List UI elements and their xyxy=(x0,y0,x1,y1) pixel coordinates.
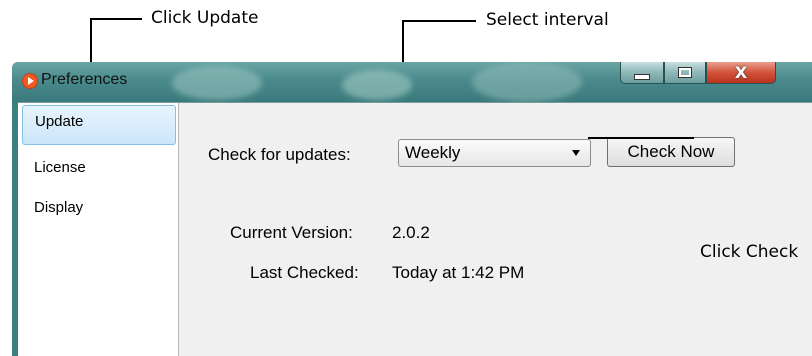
check-for-updates-label: Check for updates: xyxy=(208,145,351,164)
check-now-button[interactable]: Check Now xyxy=(607,137,735,167)
sidebar: Update License Display xyxy=(18,103,179,356)
sidebar-item-display[interactable]: Display xyxy=(22,189,176,227)
callout-line xyxy=(90,18,142,20)
current-version-value: 2.0.2 xyxy=(392,223,430,242)
callout-click-update: Click Update xyxy=(151,8,259,28)
preferences-window: Preferences X Update License Display Che… xyxy=(12,62,812,356)
callout-click-check: Click Check xyxy=(700,242,799,262)
update-interval-value: Weekly xyxy=(405,143,461,162)
maximize-icon xyxy=(678,67,692,78)
maximize-button[interactable] xyxy=(664,62,706,84)
callout-line xyxy=(402,20,476,22)
minimize-icon xyxy=(634,73,650,80)
sidebar-item-update[interactable]: Update xyxy=(22,105,176,145)
chevron-down-icon xyxy=(572,150,580,156)
sidebar-item-label: License xyxy=(34,159,86,176)
sidebar-item-label: Display xyxy=(34,199,84,216)
last-checked-value: Today at 1:42 PM xyxy=(392,263,525,282)
callout-select-interval: Select interval xyxy=(486,10,609,30)
close-icon: X xyxy=(734,63,748,82)
title-bar[interactable]: Preferences X xyxy=(12,62,812,102)
callout-line xyxy=(588,137,694,139)
current-version-label: Current Version: xyxy=(230,223,353,242)
sidebar-item-license[interactable]: License xyxy=(22,149,176,187)
sidebar-item-label: Update xyxy=(35,113,84,130)
app-play-icon xyxy=(22,73,38,89)
update-interval-select[interactable]: Weekly xyxy=(398,139,591,167)
minimize-button[interactable] xyxy=(620,62,664,84)
preferences-content: Update License Display Check for updates… xyxy=(18,102,812,356)
window-title: Preferences xyxy=(41,71,128,88)
close-button[interactable]: X xyxy=(706,62,776,84)
last-checked-label: Last Checked: xyxy=(250,263,359,282)
